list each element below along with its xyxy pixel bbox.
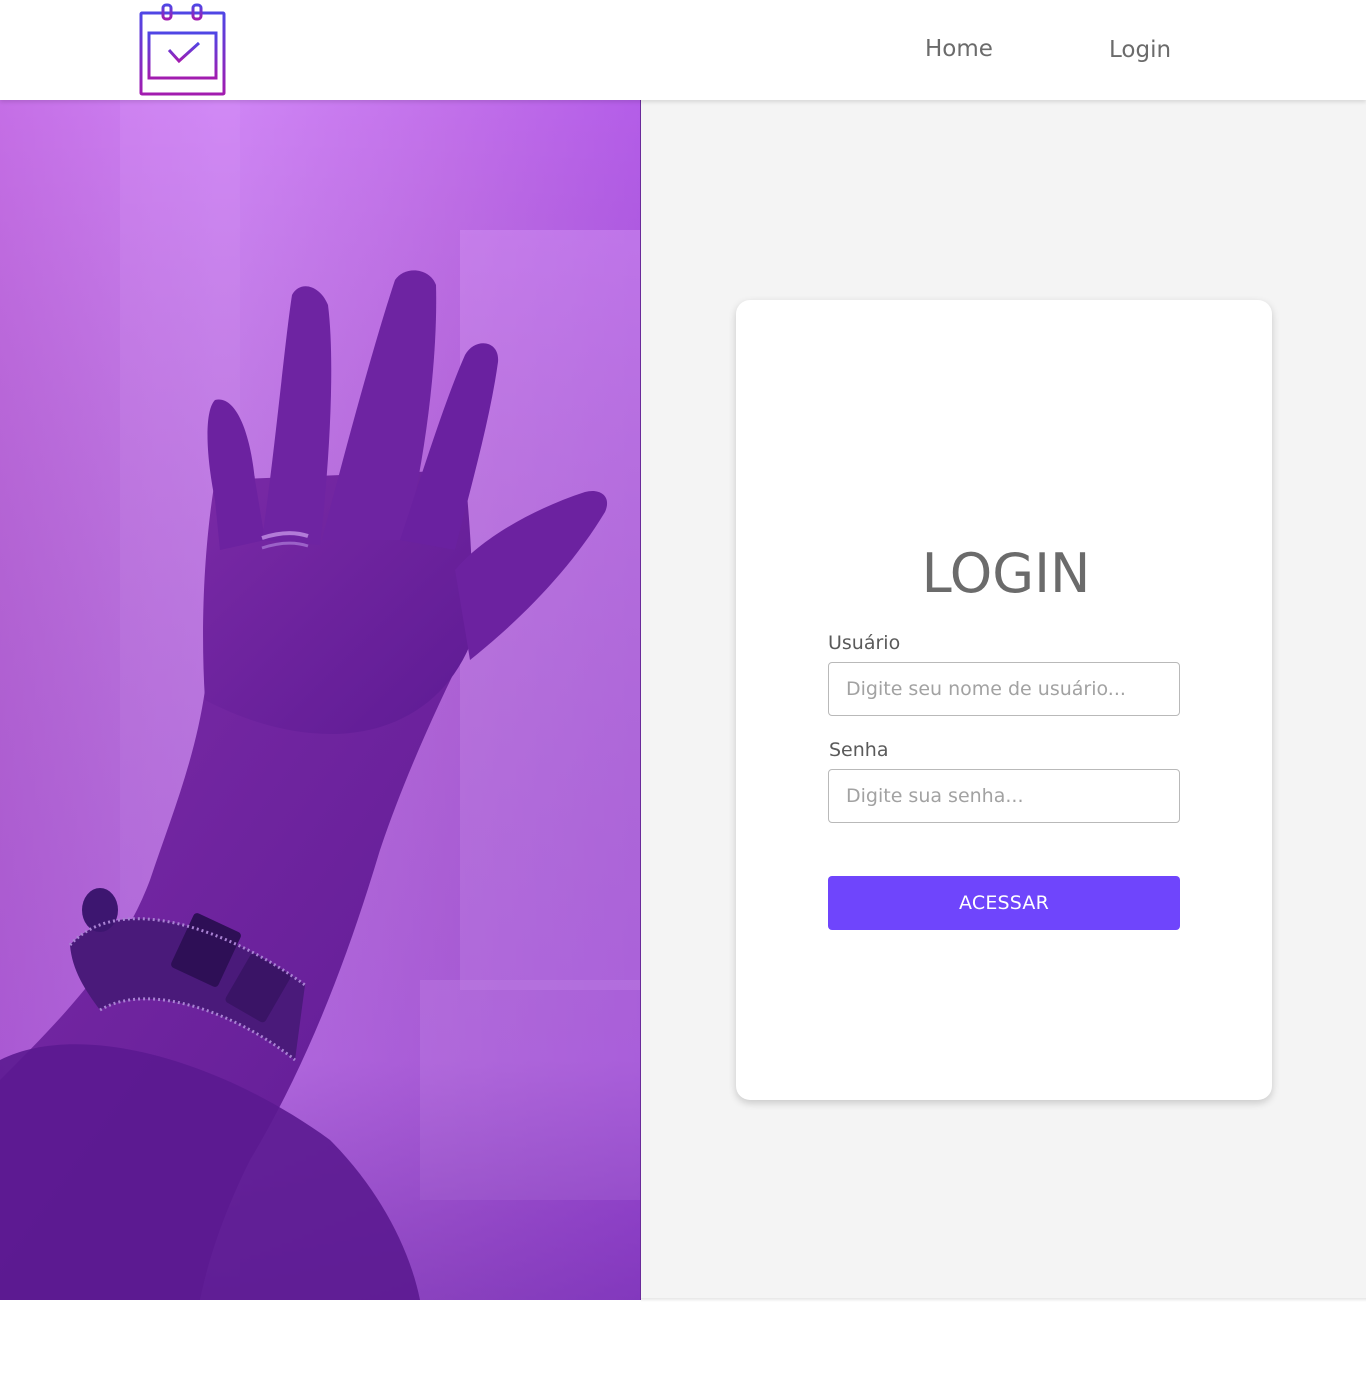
top-navbar: Home Login bbox=[0, 0, 1366, 100]
submit-button[interactable]: ACESSAR bbox=[828, 876, 1180, 930]
login-card: LOGIN Usuário Senha ACESSAR bbox=[736, 300, 1272, 1100]
hero-image bbox=[0, 100, 641, 1300]
footer-divider bbox=[641, 1298, 1366, 1302]
calendar-check-icon[interactable] bbox=[138, 2, 228, 98]
nav-home-link[interactable]: Home bbox=[925, 36, 993, 62]
password-input[interactable] bbox=[828, 769, 1180, 823]
login-title: LOGIN bbox=[921, 542, 1091, 605]
nav-login-link[interactable]: Login bbox=[1109, 37, 1171, 63]
main-content: LOGIN Usuário Senha ACESSAR bbox=[0, 100, 1366, 1300]
username-label: Usuário bbox=[828, 632, 901, 654]
username-input[interactable] bbox=[828, 662, 1180, 716]
password-label: Senha bbox=[829, 739, 889, 761]
